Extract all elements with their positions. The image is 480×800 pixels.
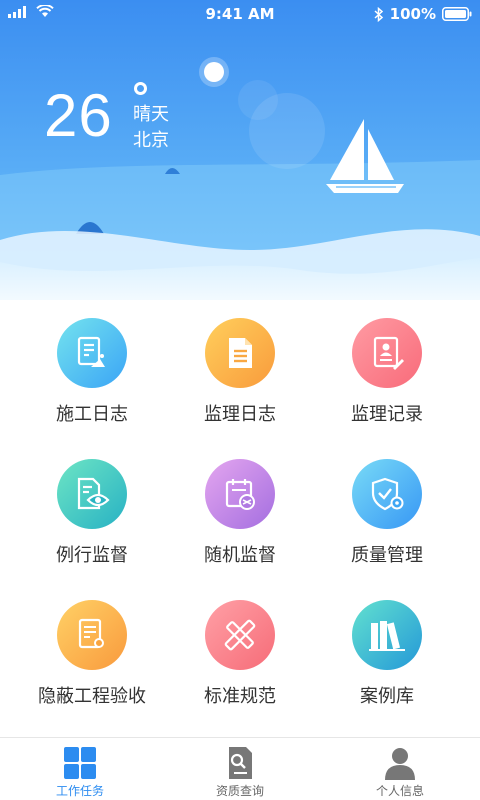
- document-search-icon: [229, 747, 252, 779]
- bottom-tab-bar: 工作任务 资质查询 个人信息: [0, 737, 480, 800]
- status-right: 100%: [374, 5, 472, 23]
- random-inspection-icon: [205, 459, 275, 529]
- city-name: 北京: [133, 130, 169, 151]
- grid-item-random-inspection[interactable]: 随机监督: [160, 459, 320, 579]
- tab-label: 资质查询: [215, 784, 264, 798]
- ruler-pencil-icon: [205, 600, 275, 670]
- status-bar: 9:41 AM 100%: [0, 0, 480, 28]
- quality-management-icon: [352, 459, 422, 529]
- grid-item-label: 例行监督: [56, 545, 128, 566]
- grid-item-label: 随机监督: [204, 545, 276, 566]
- grid-item-label: 监理记录: [351, 404, 423, 425]
- books-icon: [352, 600, 422, 670]
- bluetooth-icon: [374, 6, 383, 22]
- grid-item-supervision-log[interactable]: 监理日志: [160, 318, 320, 438]
- tab-personal-info[interactable]: 个人信息: [320, 738, 480, 800]
- tab-label: 个人信息: [375, 784, 424, 798]
- grid-item-routine-inspection[interactable]: 例行监督: [12, 459, 172, 579]
- grid-item-label: 监理日志: [204, 404, 276, 425]
- degree-icon: [134, 82, 147, 95]
- grid-item-standards[interactable]: 标准规范: [160, 600, 320, 720]
- grid-item-label: 案例库: [360, 686, 414, 707]
- grid-item-construction-log[interactable]: 施工日志: [12, 318, 172, 438]
- temperature: 26: [44, 82, 113, 149]
- user-icon: [385, 748, 415, 780]
- battery-icon: [442, 7, 472, 21]
- grid-item-label: 质量管理: [351, 545, 423, 566]
- tab-work-tasks[interactable]: 工作任务: [0, 738, 160, 800]
- tab-label: 工作任务: [55, 784, 104, 798]
- sky-sea-illustration: [0, 0, 480, 320]
- weather-banner: 9:41 AM 100% 26 晴天 北京: [0, 0, 480, 320]
- grid-item-supervision-record[interactable]: 监理记录: [307, 318, 467, 438]
- battery-percent: 100%: [389, 5, 436, 23]
- weather-condition: 晴天: [133, 104, 169, 125]
- tab-qualification-search[interactable]: 资质查询: [160, 738, 320, 800]
- grid-four-squares-icon: [64, 747, 96, 779]
- concealed-works-icon: [57, 600, 127, 670]
- grid-item-label: 标准规范: [204, 686, 276, 707]
- grid-item-label: 施工日志: [56, 404, 128, 425]
- grid-item-case-library[interactable]: 案例库: [307, 600, 467, 720]
- grid-item-quality-management[interactable]: 质量管理: [307, 459, 467, 579]
- grid-item-concealed-works-acceptance[interactable]: 隐蔽工程验收: [12, 600, 172, 720]
- construction-log-icon: [57, 318, 127, 388]
- supervision-record-icon: [352, 318, 422, 388]
- routine-inspection-icon: [57, 459, 127, 529]
- grid-item-label: 隐蔽工程验收: [38, 686, 146, 707]
- supervision-log-icon: [205, 318, 275, 388]
